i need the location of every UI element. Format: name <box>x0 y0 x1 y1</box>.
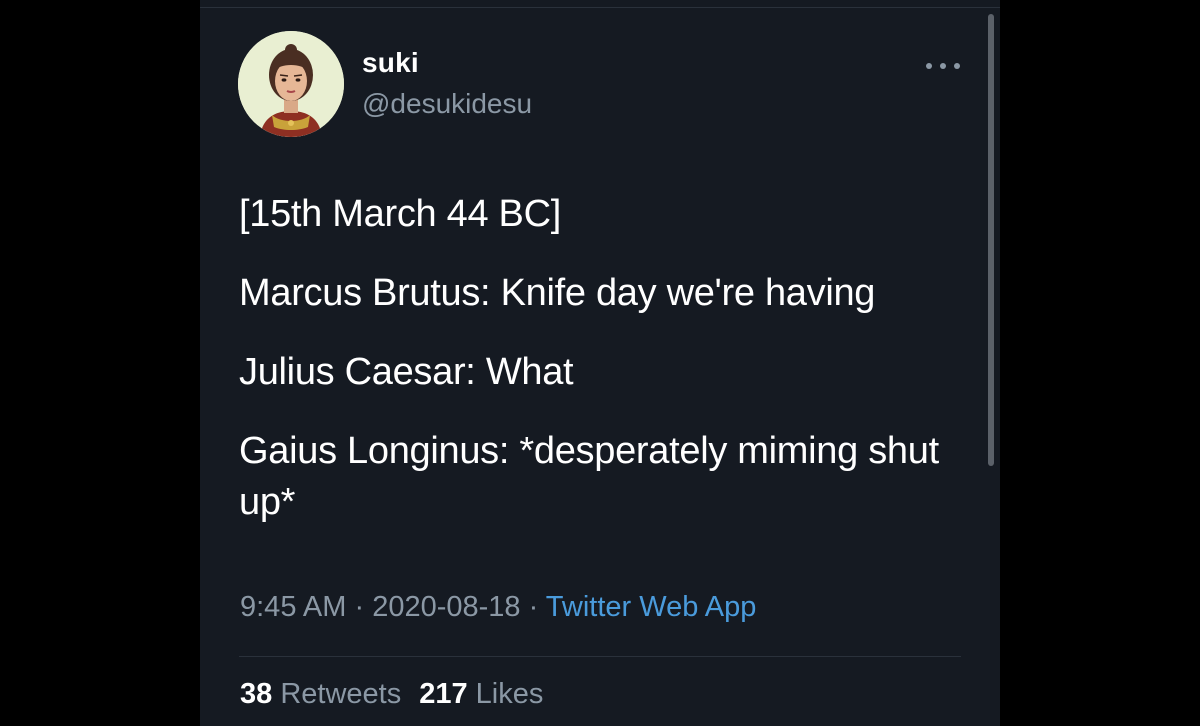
engagement-stats: 38 Retweets 217 Likes <box>240 678 543 711</box>
tweet-text: [15th March 44 BC] Marcus Brutus: Knife … <box>239 189 969 528</box>
avatar-illustration <box>238 31 344 137</box>
dot <box>954 63 960 69</box>
retweets-stat[interactable]: 38 Retweets <box>240 678 401 710</box>
likes-count: 217 <box>419 678 468 710</box>
dot <box>926 63 932 69</box>
divider <box>239 656 961 657</box>
screen: suki @desukidesu [15th March 44 BC] Marc… <box>0 0 1200 726</box>
tweet-line: [15th March 44 BC] <box>239 193 561 235</box>
avatar[interactable] <box>238 31 344 137</box>
tweet-metadata: 9:45 AM · 2020-08-18 · Twitter Web App <box>240 591 756 624</box>
likes-stat[interactable]: 217 Likes <box>419 678 543 710</box>
separator: · <box>520 591 546 623</box>
tweet-detail-panel: suki @desukidesu [15th March 44 BC] Marc… <box>200 0 1000 726</box>
tweet-line: Gaius Longinus: *desperately miming shut… <box>239 430 950 523</box>
tweet-date[interactable]: 2020-08-18 <box>372 591 520 623</box>
retweets-count: 38 <box>240 678 273 710</box>
separator: · <box>346 591 373 623</box>
user-handle[interactable]: @desukidesu <box>362 88 532 120</box>
top-divider <box>200 7 1000 8</box>
source-link[interactable]: Twitter Web App <box>546 591 757 623</box>
dot <box>940 63 946 69</box>
likes-label: Likes <box>475 678 544 710</box>
tweet-line: Julius Caesar: What <box>239 351 574 393</box>
display-name[interactable]: suki <box>362 47 419 79</box>
tweet-line: Marcus Brutus: Knife day we're having <box>239 272 876 314</box>
tweet-time[interactable]: 9:45 AM <box>240 591 346 623</box>
more-options-icon[interactable] <box>926 56 960 76</box>
scrollbar[interactable] <box>988 14 994 466</box>
retweets-label: Retweets <box>280 678 402 710</box>
